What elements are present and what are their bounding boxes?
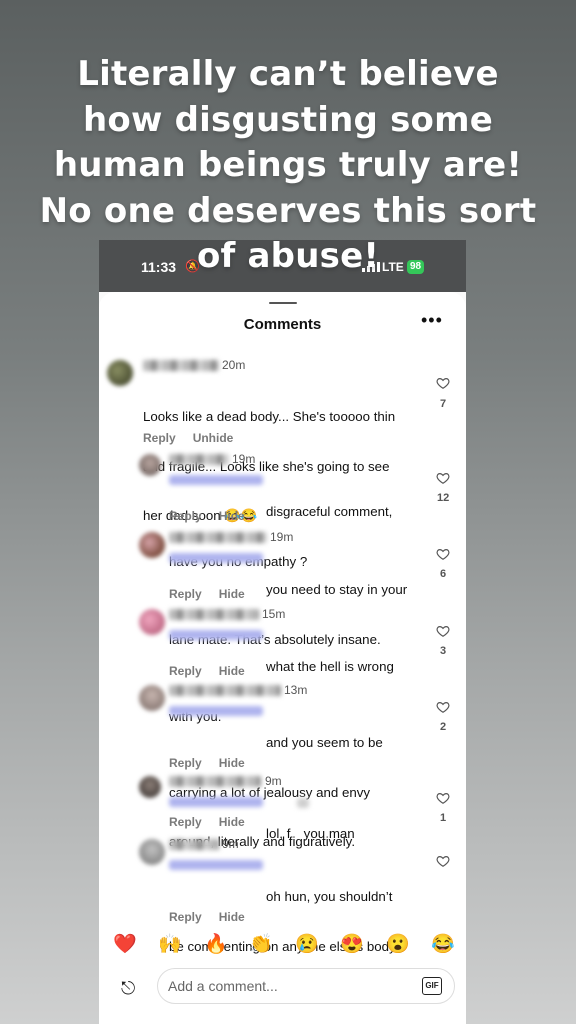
avatar[interactable] <box>139 532 165 558</box>
reply-button[interactable]: Reply <box>169 815 202 829</box>
username-blurred[interactable] <box>169 685 281 696</box>
heart-icon[interactable] <box>436 854 450 868</box>
comment-actions: Reply Hide <box>169 756 262 770</box>
reaction-heart-eyes[interactable]: 😍 <box>340 935 364 955</box>
more-horizontal-icon[interactable]: ••• <box>421 310 443 331</box>
heart-icon[interactable] <box>436 791 450 805</box>
comments-sheet: Comments ••• 20m Looks like a dead body.… <box>99 292 466 1024</box>
reaction-fire[interactable]: 🔥 <box>204 935 228 955</box>
avatar[interactable] <box>139 839 165 865</box>
hide-button[interactable]: Hide <box>219 815 245 829</box>
gif-button[interactable]: GIF <box>422 977 442 995</box>
avatar[interactable] <box>139 609 165 635</box>
username-blurred[interactable] <box>169 454 229 465</box>
reaction-heart[interactable]: ❤️ <box>113 935 137 955</box>
comment-actions: Reply Hide <box>169 910 262 924</box>
comment-input[interactable] <box>157 968 455 1004</box>
reply-button[interactable]: Reply <box>143 431 176 445</box>
story-caption: Literally can’t believe how disgusting s… <box>0 52 576 280</box>
avatar[interactable] <box>139 776 161 798</box>
hide-button[interactable]: Hide <box>219 756 245 770</box>
like-count: 2 <box>439 721 447 733</box>
reaction-laughing[interactable]: 😂 <box>431 935 455 955</box>
heart-icon[interactable] <box>436 547 450 561</box>
username-blurred[interactable] <box>169 776 261 787</box>
comment-time: 19m <box>270 530 294 544</box>
heart-icon[interactable] <box>436 700 450 714</box>
username-blurred[interactable] <box>143 360 219 371</box>
comment-line: Looks like a dead body... She's tooooo t… <box>143 409 396 424</box>
avatar[interactable] <box>139 454 161 476</box>
username-blurred[interactable] <box>169 609 259 620</box>
like-count: 6 <box>439 568 447 580</box>
caption-line: of abuse! <box>196 236 380 276</box>
comment-actions: Reply Hide <box>169 815 262 829</box>
censored-blur <box>297 798 309 808</box>
sheet-title: Comments <box>243 316 322 333</box>
comment-actions: Reply Unhide <box>143 431 250 445</box>
caption-line: Literally can’t believe <box>77 54 499 94</box>
hide-button[interactable]: Hide <box>219 509 245 523</box>
like-count: 12 <box>437 492 450 504</box>
username-blurred[interactable] <box>169 839 219 850</box>
hide-button[interactable]: Hide <box>219 664 245 678</box>
phone-screenshot: 11:33 🔕 LTE 98 Comments ••• 20m Looks li… <box>99 240 466 1024</box>
reply-arrow-icon[interactable]: ⎋ <box>121 978 135 999</box>
reply-button[interactable]: Reply <box>169 587 202 601</box>
like-count: 3 <box>439 645 447 657</box>
username-blurred[interactable] <box>169 532 267 543</box>
caption-line: how disgusting some <box>83 99 493 140</box>
comment-time: 20m <box>222 358 246 372</box>
reply-button[interactable]: Reply <box>169 756 202 770</box>
hide-button[interactable]: Hide <box>219 587 245 601</box>
emoji-reaction-bar: ❤️ 🙌 🔥 👏 😢 😍 😮 😂 <box>0 935 576 955</box>
comment-actions: Reply Hide <box>169 664 262 678</box>
comment-time: 19m <box>232 452 256 466</box>
heart-icon[interactable] <box>436 376 450 390</box>
caption-line: human beings truly are! <box>53 145 523 185</box>
like-count: 1 <box>439 812 447 824</box>
heart-icon[interactable] <box>436 471 450 485</box>
comment-time: 13m <box>284 683 308 697</box>
reaction-clapping[interactable]: 👏 <box>249 935 273 955</box>
reaction-surprised[interactable]: 😮 <box>386 935 410 955</box>
reply-button[interactable]: Reply <box>169 910 202 924</box>
comment-actions: Reply Hide <box>169 509 262 523</box>
avatar[interactable] <box>139 685 165 711</box>
unhide-button[interactable]: Unhide <box>193 431 234 445</box>
comment-time: 9m <box>265 774 282 788</box>
hide-button[interactable]: Hide <box>219 910 245 924</box>
caption-line: No one deserves this sort <box>39 190 537 231</box>
reply-button[interactable]: Reply <box>169 509 202 523</box>
avatar[interactable] <box>107 360 133 386</box>
reply-button[interactable]: Reply <box>169 664 202 678</box>
comment-time: 9m <box>222 837 239 851</box>
drag-handle[interactable] <box>269 302 297 304</box>
reaction-raised-hands[interactable]: 🙌 <box>158 935 182 955</box>
comment-actions: Reply Hide <box>169 587 262 601</box>
comment-line: and you seem to be <box>266 735 383 750</box>
heart-icon[interactable] <box>436 624 450 638</box>
comment-line: oh hun, you shouldn’t <box>266 889 393 904</box>
like-count: 7 <box>439 398 447 410</box>
comment-time: 15m <box>262 607 286 621</box>
reaction-crying[interactable]: 😢 <box>295 935 319 955</box>
